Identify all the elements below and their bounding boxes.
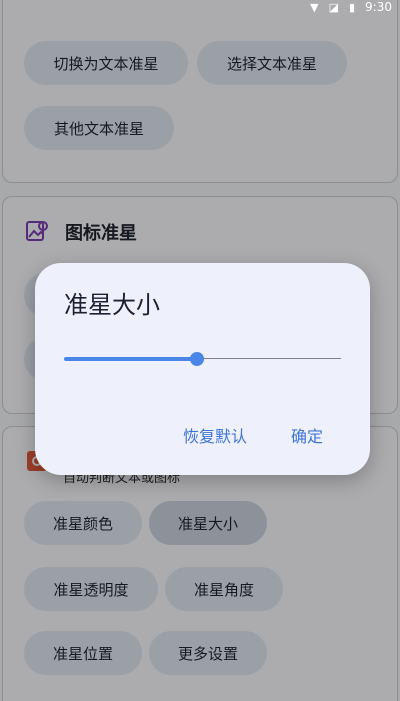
confirm-button[interactable]: 确定: [291, 423, 323, 447]
slider-fill: [64, 357, 197, 361]
slider-thumb[interactable]: [189, 352, 204, 366]
wifi-icon: ▼: [310, 0, 319, 14]
no-signal-icon: ◪: [328, 0, 339, 14]
status-bar: ▼ ◪ ▮ 9:30: [0, 0, 400, 14]
status-time: 9:30: [365, 0, 392, 14]
dialog-title: 准星大小: [64, 291, 160, 319]
battery-icon: ▮: [348, 0, 356, 14]
size-slider[interactable]: [64, 347, 341, 371]
crosshair-size-dialog: 准星大小 恢复默认 确定: [35, 263, 370, 475]
reset-default-button[interactable]: 恢复默认: [183, 423, 247, 447]
